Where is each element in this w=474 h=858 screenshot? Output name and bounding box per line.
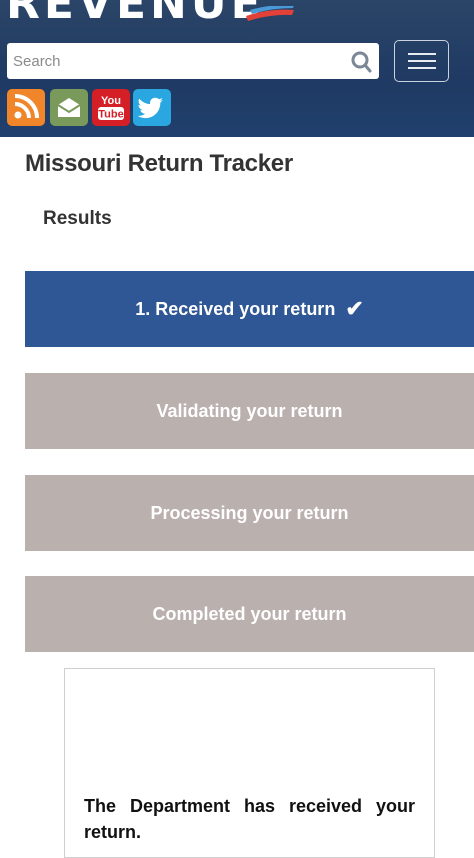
email-icon[interactable] xyxy=(50,89,88,126)
rss-icon[interactable] xyxy=(7,89,45,126)
menu-bar xyxy=(408,67,436,69)
page-title: Missouri Return Tracker xyxy=(25,150,293,177)
step-label: Completed your return xyxy=(152,603,347,624)
step-label: Validating your return xyxy=(156,400,343,421)
menu-bar xyxy=(408,60,436,62)
search-input[interactable] xyxy=(7,43,337,79)
step-label: Processing your return xyxy=(150,502,349,523)
hamburger-menu-button[interactable] xyxy=(394,40,449,82)
search-box xyxy=(7,43,379,79)
youtube-you-text: You xyxy=(101,95,121,107)
twitter-icon[interactable] xyxy=(133,89,171,126)
search-icon[interactable] xyxy=(349,50,375,74)
checkmark-icon: ✔ xyxy=(345,296,364,321)
youtube-icon[interactable]: You Tube xyxy=(92,89,130,126)
step-validating: Validating your return xyxy=(25,373,474,449)
logo-swoosh-icon xyxy=(246,6,294,21)
status-message: The Department has received your return. xyxy=(84,796,415,842)
step-label: 1. Received your return xyxy=(135,298,336,319)
menu-bar xyxy=(408,53,436,55)
site-header: REVENUE You Tube xyxy=(0,0,474,137)
revenue-logo[interactable]: REVENUE xyxy=(6,0,265,29)
step-received: 1. Received your return ✔ xyxy=(25,271,474,347)
step-processing: Processing your return xyxy=(25,475,474,551)
youtube-tube-text: Tube xyxy=(98,109,123,121)
results-heading: Results xyxy=(43,208,112,229)
step-completed: Completed your return xyxy=(25,576,474,652)
status-message-box: The Department has received your return. xyxy=(64,668,435,858)
